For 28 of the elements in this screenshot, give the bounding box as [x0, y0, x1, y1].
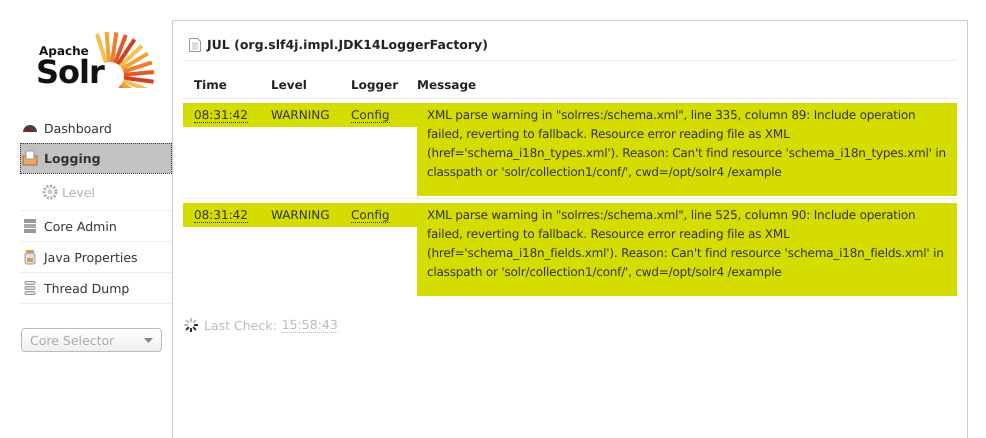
message-cell: XML parse warning in "solrres:/schema.xml", line 335, column 89: Include operation failed, reverting to fallback. Resource error reading file as XML (href='schema_i18n_types.xml'). Reason: Can't find resource 'schema_i18n_types.xml' in classpath or 'solr/collection1/conf/', cwd=/opt/solr4 /example [417, 103, 957, 196]
time-cell: 08:31:42 [194, 208, 248, 223]
logger-cell: Config [351, 108, 390, 123]
servers-icon [22, 218, 38, 234]
panel-title: JUL (org.slf4j.impl.JDK14LoggerFactory) [207, 37, 488, 52]
last-check-label: Last Check: [204, 318, 277, 332]
column-header: Level [271, 71, 351, 99]
message-cell: XML parse warning in "solrres:/schema.xml", line 525, column 90: Include operation failed, reverting to fallback. Resource error reading file as XML (href='schema_i18n_fields.xml'). Reason: Can't find resource 'schema_i18n_fields.xml' in classpath or 'solr/collection1/conf/', cwd=/opt/solr4 /example [417, 203, 957, 296]
level-cell: WARNING [271, 108, 330, 122]
level-cell: WARNING [271, 208, 330, 222]
nav-item[interactable]: Java Properties [20, 242, 172, 273]
column-header: Message [417, 71, 957, 99]
last-check-time: 15:58:43 [282, 317, 338, 333]
document-icon [189, 38, 201, 52]
tray-icon [22, 150, 38, 166]
nav-item[interactable]: Core Admin [20, 211, 172, 242]
stack-icon [22, 280, 38, 296]
time-cell: 08:31:42 [194, 108, 248, 123]
caret-icon [144, 338, 153, 342]
nav-item[interactable]: Thread Dump [20, 273, 172, 304]
column-header: Time [183, 71, 271, 99]
column-header: Logger [351, 71, 417, 99]
jar-icon [22, 249, 38, 265]
spinner-icon [183, 317, 199, 333]
nav-item[interactable]: Logging [20, 143, 172, 174]
logger-cell: Config [351, 208, 390, 223]
nav-item[interactable]: Dashboard [20, 113, 172, 143]
gear-icon [42, 184, 58, 200]
